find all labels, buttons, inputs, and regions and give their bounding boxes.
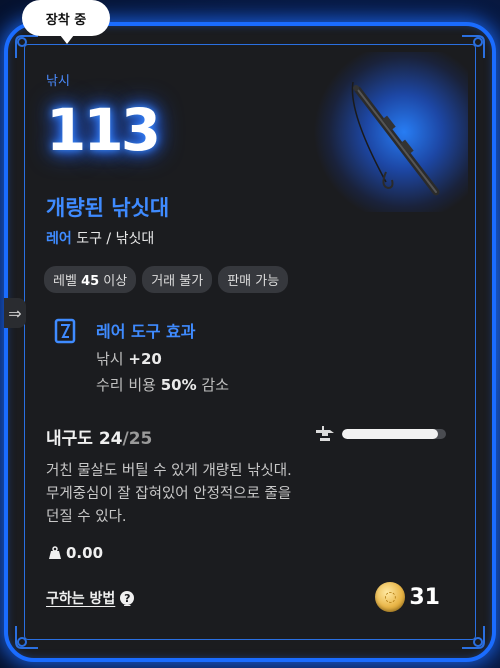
item-grade: 레어	[46, 231, 72, 247]
item-power-value: 113	[46, 96, 161, 164]
effect-title: 레어 도구 효과	[96, 322, 196, 341]
price-value: 31	[409, 584, 440, 610]
item-category: 낚시	[46, 74, 70, 89]
fishing-rod-image	[308, 52, 468, 212]
corner-ornament-icon	[458, 622, 488, 652]
weight-value: 0.00	[66, 544, 104, 562]
item-type: 레어 도구 / 낚싯대	[46, 228, 154, 248]
item-weight: 0.00	[48, 544, 103, 562]
help-icon: ?	[120, 591, 135, 605]
sell-badge: 판매 가능	[218, 266, 289, 293]
sell-price: ◌ 31	[375, 582, 440, 612]
effect-repair-discount: 수리 비용 50% 감소	[96, 376, 230, 394]
coin-icon: ◌	[375, 582, 406, 612]
corner-ornament-icon	[12, 622, 42, 652]
item-type-label: 도구 / 낚싯대	[71, 231, 155, 247]
weight-icon	[49, 546, 61, 559]
item-description: 거친 물살도 버틸 수 있게 개량된 낚싯대. 무게중심이 잘 잡혀있어 안정적…	[46, 463, 292, 525]
durability-bar-fill	[342, 429, 438, 439]
how-to-obtain-link[interactable]: 구하는 방법 ?	[46, 588, 135, 608]
effect-fishing-bonus: 낚시 +20	[96, 350, 162, 368]
compare-arrow-icon[interactable]: ⇒	[4, 298, 26, 328]
durability-label: 내구도 24/25	[46, 429, 153, 449]
durability-bar	[342, 429, 446, 439]
item-tooltip-card: 낚시 113 개량된 낚싯대 레어 도구 / 낚싯대 레벨 45 이상 거래 불…	[4, 22, 496, 662]
repair-anvil-icon	[314, 424, 336, 444]
item-name: 개량된 낚싯대	[46, 196, 170, 220]
trade-badge: 거래 불가	[142, 266, 213, 293]
rare-effect-icon	[52, 318, 78, 344]
level-requirement-badge: 레벨 45 이상	[44, 266, 137, 293]
corner-ornament-icon	[12, 32, 42, 62]
equipped-tag: 장착 중	[22, 0, 110, 44]
item-badges: 레벨 45 이상 거래 불가 판매 가능	[44, 266, 289, 293]
fishing-rod-icon	[351, 81, 440, 196]
